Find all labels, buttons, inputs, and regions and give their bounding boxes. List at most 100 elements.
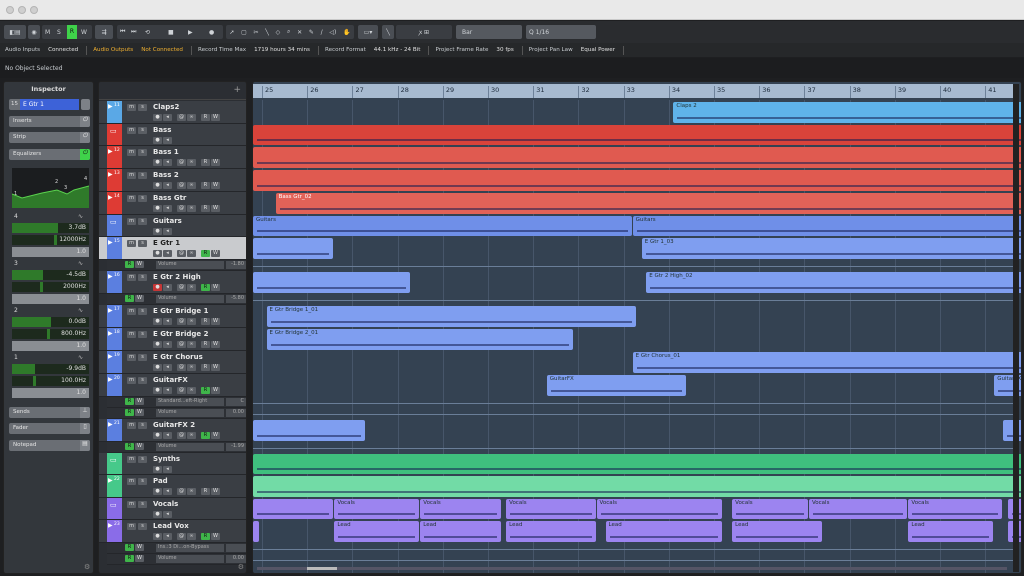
automation-parameter[interactable]: Ins.:3 Di...on-Bypass bbox=[156, 544, 224, 552]
read-automation-button[interactable]: R bbox=[201, 250, 210, 257]
solo-button[interactable]: s bbox=[138, 478, 147, 485]
event-region[interactable]: Lead bbox=[334, 521, 420, 542]
event-region[interactable]: E Gtr Chorus_01 bbox=[632, 352, 1021, 373]
read-automation-button[interactable]: R bbox=[201, 318, 210, 325]
mute-button[interactable]: m bbox=[127, 240, 136, 247]
erase-icon[interactable]: ◇ bbox=[276, 29, 281, 36]
track-e-gtr-chorus[interactable]: ▶ 19 m s E Gtr Chorus ● ◂ @ ∞ R W bbox=[99, 351, 246, 374]
lanes-button[interactable]: @ bbox=[177, 205, 186, 212]
event-region[interactable] bbox=[253, 238, 334, 259]
record-enable-button[interactable]: ● bbox=[153, 284, 162, 291]
write-automation-button[interactable]: W bbox=[135, 555, 144, 562]
automation-curve[interactable] bbox=[253, 560, 1013, 561]
write-automation-button[interactable]: W bbox=[211, 387, 220, 394]
event-region[interactable] bbox=[253, 272, 411, 293]
strip-section[interactable]: Strip ⏻ bbox=[9, 132, 90, 143]
event-region[interactable]: Vocals bbox=[908, 499, 1003, 519]
event-region[interactable]: Vocals bbox=[334, 499, 420, 519]
stop-icon[interactable]: ■ bbox=[168, 29, 174, 36]
inspector-track-name[interactable]: 15 E Gtr 1 bbox=[9, 99, 79, 110]
audio-inputs-value[interactable]: Connected bbox=[48, 47, 78, 53]
write-automation-button[interactable]: W bbox=[211, 533, 220, 540]
event-region[interactable] bbox=[253, 454, 1021, 474]
read-automation-button[interactable]: R bbox=[201, 364, 210, 371]
automation-lane[interactable]: R W Standard...eft-Right C bbox=[107, 397, 246, 408]
eq-band-gain-field[interactable]: 0.0dB bbox=[12, 317, 89, 327]
lanes-button[interactable]: @ bbox=[177, 432, 186, 439]
solo-button[interactable]: s bbox=[138, 377, 147, 384]
track-lead-vox[interactable]: ▶ 23 m s Lead Vox ● ◂ @ ∞ R W bbox=[99, 520, 246, 543]
event-region[interactable]: Guitars bbox=[632, 216, 1021, 236]
zoom-icon[interactable]: ⌕ bbox=[287, 28, 290, 36]
go-to-end-icon[interactable]: ⏭ bbox=[131, 28, 136, 36]
eq-curve-display[interactable]: 1 2 3 4 bbox=[11, 168, 90, 208]
read-automation-button[interactable]: R bbox=[201, 205, 210, 212]
inserts-section[interactable]: Inserts ⏻ bbox=[9, 116, 90, 127]
write-automation-button[interactable]: W bbox=[211, 159, 220, 166]
read-mode-button[interactable]: R bbox=[67, 25, 77, 39]
mute-button[interactable]: m bbox=[127, 308, 136, 315]
record-icon[interactable]: ● bbox=[209, 29, 214, 36]
monitor-button[interactable]: ◂ bbox=[163, 318, 172, 325]
write-automation-button[interactable]: W bbox=[211, 205, 220, 212]
monitor-button[interactable]: ◂ bbox=[163, 488, 172, 495]
record-enable-button[interactable]: ● bbox=[153, 511, 162, 518]
monitor-button[interactable]: ◂ bbox=[163, 182, 172, 189]
eq-band-q-field[interactable]: 1.0 bbox=[12, 388, 89, 398]
automation-value[interactable]: -1.80 bbox=[226, 261, 246, 269]
solo-button[interactable]: s bbox=[138, 422, 147, 429]
event-region[interactable]: Vocals bbox=[420, 499, 501, 519]
eq-filter-shape-icon[interactable]: ∿ bbox=[78, 260, 83, 267]
record-enable-button[interactable]: ● bbox=[153, 114, 162, 121]
monitor-button[interactable]: ◂ bbox=[163, 159, 172, 166]
write-automation-button[interactable]: W bbox=[135, 409, 144, 416]
expand-arrow-icon[interactable]: ▶ bbox=[108, 194, 113, 201]
timebase-button[interactable]: ∞ bbox=[187, 284, 196, 291]
event-region[interactable]: Guitars bbox=[253, 216, 632, 236]
snap-mode-group[interactable]: ꭗ ⊞ bbox=[396, 25, 452, 39]
monitor-button[interactable]: ◂ bbox=[163, 250, 172, 257]
record-enable-button[interactable]: ● bbox=[153, 228, 162, 235]
event-region[interactable] bbox=[253, 420, 365, 441]
equalizers-section[interactable]: Equalizers ⏻ bbox=[9, 149, 90, 160]
automation-parameter[interactable]: Volume bbox=[156, 409, 224, 417]
read-automation-button[interactable]: R bbox=[201, 387, 210, 394]
event-region[interactable]: Lead bbox=[420, 521, 501, 542]
track-pad[interactable]: ▶ 22 m s Pad ● ◂ @ ∞ R W bbox=[99, 475, 246, 498]
expand-arrow-icon[interactable]: ▶ bbox=[108, 522, 113, 529]
solo-button[interactable]: s bbox=[138, 172, 147, 179]
object-select-icon[interactable]: ➚ bbox=[229, 29, 234, 36]
expand-arrow-icon[interactable]: ▶ bbox=[108, 103, 113, 110]
record-enable-button[interactable]: ● bbox=[153, 205, 162, 212]
track-bass-gtr[interactable]: ▶ 14 m s Bass Gtr ● ◂ @ ∞ R W bbox=[99, 192, 246, 215]
lanes-button[interactable]: @ bbox=[177, 250, 186, 257]
eq-band-freq-field[interactable]: 800.0Hz bbox=[12, 329, 89, 339]
lanes-button[interactable]: @ bbox=[177, 284, 186, 291]
record-enable-button[interactable]: ● bbox=[153, 318, 162, 325]
mute-mode-button[interactable]: M bbox=[45, 29, 50, 36]
automation-curve[interactable] bbox=[253, 266, 1013, 267]
write-automation-button[interactable]: W bbox=[135, 443, 144, 450]
write-mode-button[interactable]: W bbox=[81, 29, 87, 36]
mute-button[interactable]: m bbox=[127, 478, 136, 485]
go-to-start-icon[interactable]: ⏮ bbox=[120, 28, 125, 36]
eq-point-3[interactable]: 3 bbox=[64, 185, 67, 191]
event-region[interactable] bbox=[253, 521, 259, 542]
solo-button[interactable]: s bbox=[138, 501, 147, 508]
mute-button[interactable]: m bbox=[127, 331, 136, 338]
speaker-icon[interactable]: ◁) bbox=[329, 29, 336, 36]
record-enable-button[interactable]: ● bbox=[153, 387, 162, 394]
lanes-button[interactable]: @ bbox=[177, 364, 186, 371]
monitor-button[interactable]: ◂ bbox=[163, 137, 172, 144]
automation-value[interactable]: 0.00 bbox=[226, 409, 246, 417]
mute-button[interactable]: m bbox=[127, 127, 136, 134]
lanes-button[interactable]: @ bbox=[177, 318, 186, 325]
ruler[interactable]: 25 26 27 28 29 30 31 32 33 34 35 36 37 38 39 40 41 bbox=[253, 84, 1013, 98]
write-automation-button[interactable]: W bbox=[211, 432, 220, 439]
record-enable-button[interactable]: ● bbox=[153, 137, 162, 144]
track-guitarfx-2[interactable]: ▶ 21 m s GuitarFX 2 ● ◂ @ ∞ R W bbox=[99, 419, 246, 442]
record-enable-button[interactable]: ● bbox=[153, 159, 162, 166]
lanes-button[interactable]: @ bbox=[177, 159, 186, 166]
power-icon[interactable]: ⏻ bbox=[80, 116, 90, 127]
solo-mode-button[interactable]: S bbox=[57, 29, 61, 36]
